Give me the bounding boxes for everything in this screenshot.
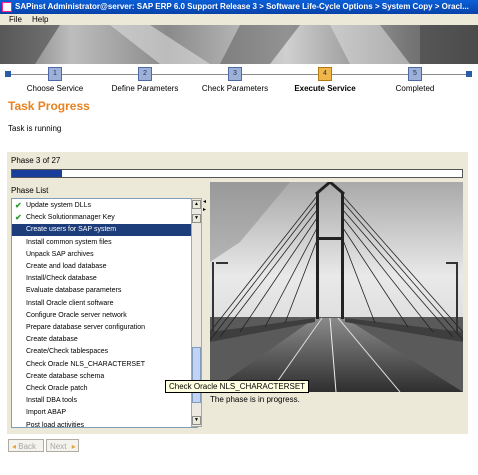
- phase-list-label: Phase List: [11, 186, 49, 195]
- phase-list-item[interactable]: ✔ Update system DLLs: [12, 200, 193, 212]
- next-arrow-icon: ▸: [71, 442, 76, 451]
- tooltip: Check Oracle NLS_CHARACTERSET: [165, 380, 310, 393]
- phase-list-item[interactable]: Prepare database server configuration: [12, 322, 193, 334]
- title-bar: SAPinst Administrator@server: SAP ERP 6.…: [0, 0, 478, 14]
- phase-list-item-label: Update system DLLs: [26, 202, 91, 209]
- phase-list-item-label: Import ABAP: [26, 409, 67, 417]
- back-button[interactable]: ◂ Back: [8, 439, 44, 452]
- scrollbar-thumb[interactable]: [192, 347, 201, 403]
- phase-list-item[interactable]: Install DBA tools: [12, 395, 193, 407]
- phase-list-item-label: Create users for SAP system: [26, 226, 117, 234]
- menu-bar: File Help: [0, 14, 478, 25]
- window-title: SAPinst Administrator@server: SAP ERP 6.…: [15, 2, 469, 11]
- wizard-roadmap: 1 Choose Service 2 Define Parameters 3 C…: [0, 64, 478, 97]
- scroll-down-bottom-icon[interactable]: ▼: [192, 416, 201, 425]
- banner-image: [0, 25, 478, 64]
- phase-list-item[interactable]: Check Oracle NLS_CHARACTERSET: [12, 359, 193, 371]
- roadmap-step-define-parameters: 2 Define Parameters: [105, 67, 185, 93]
- step-number: 4: [318, 67, 332, 81]
- checkmark-icon: ✔: [15, 201, 22, 210]
- step-label: Check Parameters: [201, 84, 269, 93]
- scroll-up-icon[interactable]: ▲: [192, 200, 201, 209]
- phase-list-item[interactable]: Install common system files: [12, 237, 193, 249]
- phase-list-item[interactable]: Unpack SAP archives: [12, 249, 193, 261]
- main-content: Task Progress Task is running Phase 3 of…: [0, 97, 478, 475]
- phase-list-item[interactable]: Create and load database: [12, 261, 193, 273]
- step-number: 3: [228, 67, 242, 81]
- menu-file[interactable]: File: [9, 14, 22, 25]
- phase-list-item-label: Create and load database: [26, 263, 107, 270]
- collapse-right-icon[interactable]: ▸: [203, 206, 206, 213]
- phase-list-item[interactable]: Post load activities: [12, 420, 193, 428]
- roadmap-step-completed: 5 Completed: [375, 67, 455, 93]
- phase-counter: Phase 3 of 27: [11, 156, 61, 165]
- phase-list-item[interactable]: Import ABAP: [12, 407, 193, 419]
- page-title: Task Progress: [8, 99, 90, 113]
- phase-description: The phase is in progress.: [210, 395, 300, 404]
- back-button-label: Back: [18, 442, 37, 451]
- phase-list-item[interactable]: Install Oracle client software: [12, 298, 193, 310]
- step-number: 2: [138, 67, 152, 81]
- phase-list-item-label: Prepare database server configuration: [26, 324, 146, 331]
- menu-help[interactable]: Help: [32, 14, 48, 25]
- progress-bar: [11, 169, 463, 178]
- phase-list-item[interactable]: ✔ Check Solutionmanager Key: [12, 212, 193, 224]
- roadmap-step-choose-service: 1 Choose Service: [15, 67, 95, 93]
- phase-list-item-label: Install/Check database: [26, 275, 97, 283]
- phase-list-item-label: Unpack SAP archives: [26, 250, 94, 258]
- back-arrow-icon: ◂: [12, 442, 17, 451]
- roadmap-step-execute-service: 4 Execute Service: [285, 67, 365, 93]
- collapse-left-icon[interactable]: ◂: [203, 198, 206, 205]
- header-banner: [0, 25, 478, 64]
- phase-list-item-label: Evaluate database parameters: [26, 287, 122, 295]
- next-button[interactable]: Next ▸: [46, 439, 79, 452]
- progress-bar-fill: [12, 170, 62, 177]
- phase-list-item-label: Configure Oracle server network: [26, 311, 127, 319]
- roadmap-start-marker: [5, 71, 11, 77]
- phase-list-item[interactable]: Create database: [12, 334, 193, 346]
- step-number: 5: [408, 67, 422, 81]
- scroll-down-icon[interactable]: ▼: [192, 214, 201, 223]
- step-label: Completed: [395, 84, 435, 93]
- roadmap-step-check-parameters: 3 Check Parameters: [195, 67, 275, 93]
- phase-list-item[interactable]: Create users for SAP system: [12, 224, 193, 237]
- phase-list-item[interactable]: Create/Check tablespaces: [12, 346, 193, 358]
- phase-list-item-label: Create/Check tablespaces: [26, 348, 109, 356]
- phase-list-item-label: Install DBA tools: [26, 397, 77, 405]
- phase-list-item-label: Create database schema: [26, 372, 105, 380]
- task-status: Task is running: [8, 124, 62, 133]
- checkmark-icon: ✔: [15, 213, 22, 223]
- bridge-photo: [210, 182, 463, 392]
- phase-list-item-label: Create database: [26, 336, 78, 344]
- phase-list-item-label: Install common system files: [26, 238, 112, 246]
- step-label: Define Parameters: [111, 84, 179, 93]
- progress-panel: Phase 3 of 27 Phase List ✔ Update system …: [7, 152, 468, 472]
- phase-list[interactable]: ✔ Update system DLLs ✔ Check Solutionmanage…: [11, 198, 198, 428]
- phase-list-item-label: Install Oracle client software: [26, 299, 114, 307]
- phase-list-item-label: Check Solutionmanager Key: [26, 214, 115, 222]
- phase-list-item[interactable]: Install/Check database: [12, 273, 193, 285]
- phase-list-item-label: Post load activities: [26, 421, 84, 428]
- button-bar: ◂ Back Next ▸: [0, 434, 478, 475]
- step-label: Execute Service: [294, 84, 356, 93]
- phase-list-item[interactable]: Evaluate database parameters: [12, 285, 193, 297]
- step-label: Choose Service: [26, 84, 84, 93]
- step-number: 1: [48, 67, 62, 81]
- phase-illustration: [210, 182, 463, 392]
- phase-list-item[interactable]: Configure Oracle server network: [12, 310, 193, 322]
- roadmap-end-marker: [466, 71, 472, 77]
- phase-list-item-label: Check Oracle NLS_CHARACTERSET: [26, 360, 146, 368]
- phase-list-item-label: Check Oracle patch: [26, 385, 88, 392]
- next-button-label: Next: [50, 442, 67, 451]
- sapinst-app-icon: [2, 2, 12, 12]
